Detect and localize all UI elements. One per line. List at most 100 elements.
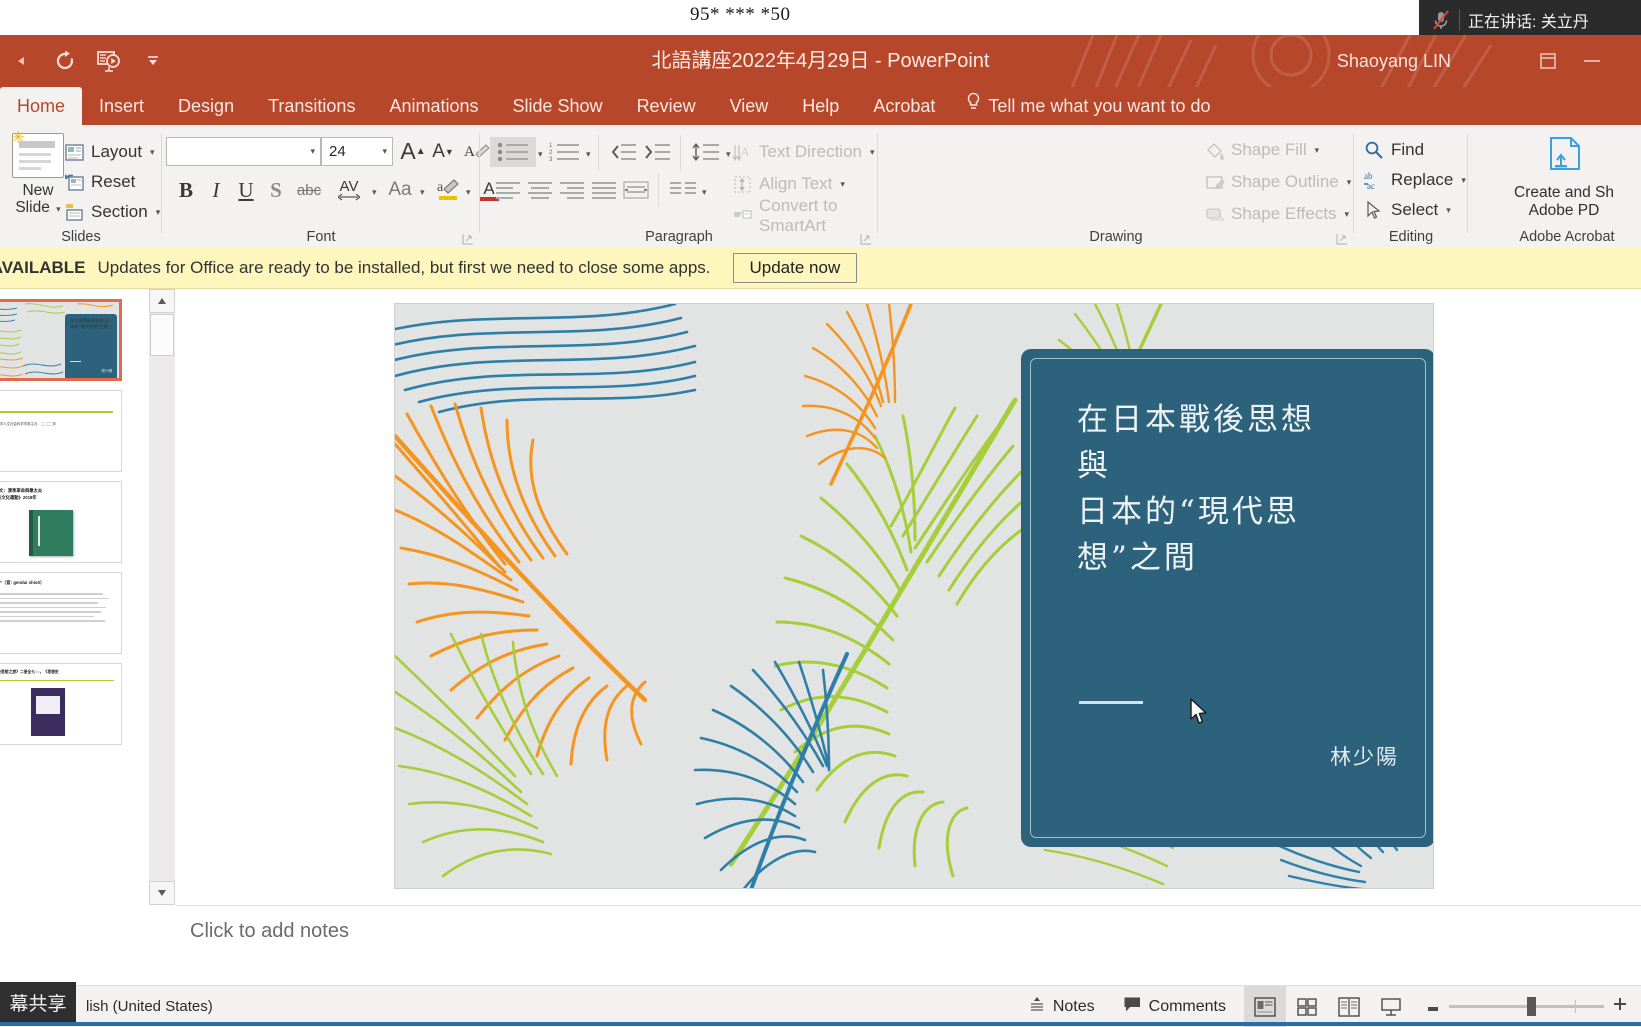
minimize-icon[interactable] [1583,59,1601,63]
start-slideshow-icon[interactable] [94,46,124,76]
align-center-button[interactable] [524,175,556,205]
scroll-down-arrow-icon[interactable] [149,881,175,905]
language-status[interactable]: lish (United States) [86,998,213,1015]
chevron-down-icon[interactable]: ▾ [1461,175,1466,186]
character-spacing-button[interactable]: AV [328,175,370,205]
align-right-button[interactable] [556,175,588,205]
bullets-button[interactable] [490,137,536,167]
align-text-button[interactable]: Align Text ▾ [730,169,845,199]
text-direction-button[interactable]: A Text Direction ▾ [730,137,875,167]
select-button[interactable]: Select ▾ [1362,195,1451,225]
decrease-font-size-button[interactable]: A ▼ [428,137,458,166]
chevron-down-icon[interactable]: ▾ [466,187,471,198]
chevron-down-icon[interactable]: ▾ [150,147,155,158]
shape-effects-button[interactable]: Shape Effects ▾ [1202,199,1349,229]
tab-insert[interactable]: Insert [82,87,161,125]
strikethrough-button[interactable]: abc [292,175,326,205]
slide-title-card[interactable]: 在日本戰後思想 與 日本的“現代思 想”之間 林少陽 [1021,349,1433,847]
line-spacing-button[interactable] [688,137,724,167]
align-left-button[interactable] [492,175,524,205]
shape-outline-button[interactable]: Shape Outline ▾ [1202,167,1351,197]
chevron-down-icon[interactable]: ▾ [1315,145,1320,156]
tab-acrobat[interactable]: Acrobat [856,87,952,125]
tab-review[interactable]: Review [620,87,713,125]
undo-icon[interactable] [6,46,36,76]
chevron-down-icon[interactable]: ▾ [1345,209,1350,220]
notes-toggle-button[interactable]: Notes [1014,986,1109,1027]
thumbnail-slide-5[interactable]: 《日本戰後思想之旅》二册全七○○，《思想史 [0,663,122,745]
section-button[interactable]: Section ▾ [62,197,160,227]
change-case-button[interactable]: Aa [382,175,418,205]
chevron-down-icon[interactable]: ▾ [586,149,591,160]
chevron-down-icon[interactable]: ▾ [382,146,387,157]
increase-font-size-button[interactable]: A ▲ [398,137,428,166]
chevron-down-icon[interactable]: ▾ [538,149,543,160]
tab-view[interactable]: View [713,87,786,125]
numbering-button[interactable]: 123 [546,137,584,167]
normal-view-icon[interactable] [1244,986,1286,1027]
tab-animations[interactable]: Animations [372,87,495,125]
reset-button[interactable]: Reset [62,167,160,197]
distributed-button[interactable] [620,175,652,205]
chevron-down-icon[interactable]: ▾ [1446,205,1451,216]
font-name-input[interactable]: ▾ [166,137,321,166]
customize-quick-access-toolbar-icon[interactable] [138,46,168,76]
current-slide[interactable]: 在日本戰後思想 與 日本的“現代思 想”之間 林少陽 [394,303,1434,889]
zoom-slider-thumb[interactable] [1527,997,1536,1016]
columns-button[interactable] [666,175,700,205]
slide-thumbnail-pane[interactable]: 在日本戰後思想與 日本的“現代思想”之間 林少陽 目录 北京语言大学人文社会科学… [0,289,148,905]
chevron-down-icon[interactable]: ▾ [870,147,875,158]
chevron-down-icon[interactable]: ▾ [156,207,161,218]
chevron-down-icon[interactable]: ▾ [702,187,707,198]
account-user-name[interactable]: Shaoyang LIN [1337,35,1451,87]
tab-home[interactable]: Home [0,87,83,125]
tell-me-search[interactable]: Tell me what you want to do [952,87,1224,125]
zoom-slider-track[interactable] [1449,997,1604,1016]
slideshow-view-icon[interactable] [1370,986,1412,1027]
chevron-down-icon[interactable]: ▾ [310,146,315,157]
decrease-indent-button[interactable] [606,137,640,167]
chevron-down-icon[interactable]: ▾ [1347,177,1352,188]
comments-toggle-button[interactable]: Comments [1109,986,1240,1027]
paragraph-dialog-launcher[interactable] [860,232,872,245]
zoom-in-icon[interactable] [1613,997,1627,1016]
chevron-down-icon[interactable]: ▾ [840,179,845,190]
new-slide-button[interactable]: ✳ New Slide ▾ [6,128,70,218]
slide-sorter-view-icon[interactable] [1286,986,1328,1027]
drawing-dialog-launcher[interactable] [1336,232,1348,245]
font-size-input[interactable]: 24 ▾ [321,137,393,166]
tab-help[interactable]: Help [785,87,856,125]
layout-button[interactable]: Layout ▾ [62,137,160,167]
notes-pane[interactable]: Click to add notes [176,905,1641,966]
font-dialog-launcher[interactable] [462,232,474,245]
ribbon-display-options-icon[interactable] [1539,52,1557,70]
chevron-down-icon[interactable]: ▾ [372,187,377,198]
underline-button[interactable]: U [232,175,260,205]
bold-button[interactable]: B [172,175,200,205]
text-shadow-button[interactable]: S [262,175,290,205]
increase-indent-button[interactable] [640,137,674,167]
text-highlight-color-button[interactable]: a [432,175,464,205]
replace-button[interactable]: ab ac Replace ▾ [1362,165,1466,195]
zoom-control[interactable] [1412,986,1641,1027]
tab-transitions[interactable]: Transitions [251,87,372,125]
thumbnail-slide-4[interactable]: 現代思想”（音: gendai shisō） [0,572,122,654]
convert-to-smartart-button[interactable]: Convert to SmartArt [730,196,878,235]
find-button[interactable]: Find [1362,135,1424,165]
tab-slide-show[interactable]: Slide Show [496,87,620,125]
tab-design[interactable]: Design [161,87,251,125]
scroll-up-arrow-icon[interactable] [149,289,175,313]
chevron-down-icon[interactable]: ▾ [56,204,61,214]
thumbnail-slide-2[interactable]: 目录 北京语言大学人文社会科学学部主办，二○二二年 [0,390,122,472]
update-now-button[interactable]: Update now [732,253,858,283]
justify-button[interactable] [588,175,620,205]
thumbnail-slide-1[interactable]: 在日本戰後思想與 日本的“現代思想”之間 林少陽 [0,299,122,381]
shape-fill-button[interactable]: Shape Fill ▾ [1202,135,1319,165]
thumbnail-slide-3[interactable]: 章太炎以文：清季革命與章太炎 復古的“新文化運動》2018年 [0,481,122,563]
reading-view-icon[interactable] [1328,986,1370,1027]
scrollbar-thumb[interactable] [150,314,174,356]
redo-icon[interactable] [50,46,80,76]
create-and-share-adobe-pdf-button[interactable]: Create and Sh Adobe PD [1504,135,1624,220]
chevron-down-icon[interactable]: ▾ [420,187,425,198]
thumbnail-scrollbar[interactable] [149,289,175,905]
